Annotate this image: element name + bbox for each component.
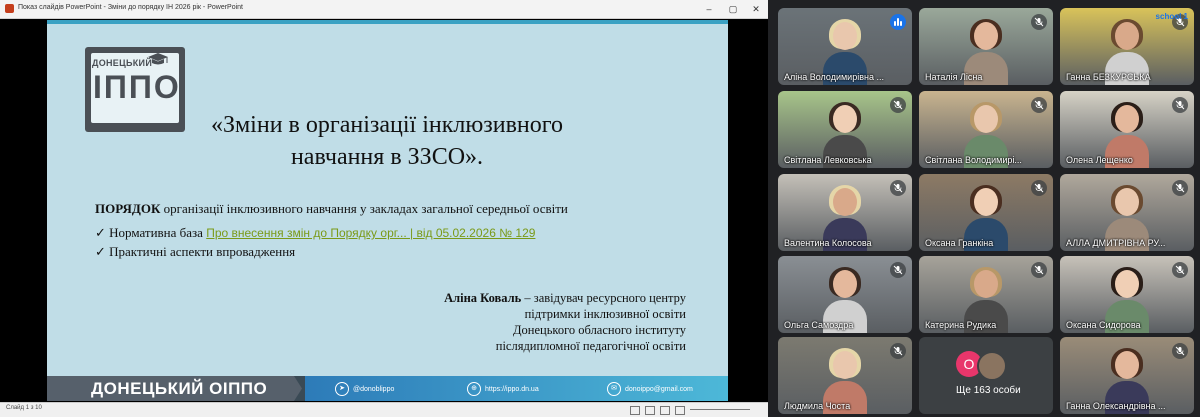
participant-tile[interactable]: Оксана Гранкіна xyxy=(919,174,1053,251)
minimize-button[interactable]: – xyxy=(698,2,720,16)
logo-big-text: ІППО xyxy=(93,69,181,105)
more-participants-tile[interactable]: О Ще 163 особи xyxy=(919,337,1053,414)
participant-tile[interactable]: Оксана Сидорова xyxy=(1060,256,1194,333)
powerpoint-window: Показ слайдів PowerPoint - Зміни до поря… xyxy=(0,0,768,417)
participant-name: АЛЛА ДМИТРІВНА РУ... xyxy=(1066,238,1166,248)
slide-counter: Слайд 1 з 10 xyxy=(6,405,42,411)
participant-tile[interactable]: Світлана Володимирі... xyxy=(919,91,1053,168)
telegram-icon: ➤ xyxy=(335,382,349,396)
window-titlebar: Показ слайдів PowerPoint - Зміни до поря… xyxy=(0,0,768,19)
footer-brand: ДОНЕЦЬКИЙ ОІППО xyxy=(47,376,302,401)
participant-name: Оксана Гранкіна xyxy=(925,238,994,248)
bullet-practical-aspects: ✓ Практичні аспекти впровадження xyxy=(95,244,296,259)
maximize-button[interactable]: ▢ xyxy=(722,2,744,16)
participant-tile[interactable]: Ольга Самоздра xyxy=(778,256,912,333)
slide-footer: ДОНЕЦЬКИЙ ОІППО ➤ @donoblippo ⊕ https://ip… xyxy=(47,376,728,401)
participant-name: Аліна Володимирівна ... xyxy=(784,72,884,82)
mic-off-icon xyxy=(890,343,906,359)
participant-tile[interactable]: Ганна БЕЗКУРСЬКА school 1 xyxy=(1060,8,1194,85)
more-participants-label: Ще 163 особи xyxy=(956,385,1021,396)
slideshow-icon[interactable] xyxy=(675,406,685,415)
mic-off-icon xyxy=(1172,262,1188,278)
participant-tile[interactable]: Олена Лещенко xyxy=(1060,91,1194,168)
participant-name: Людмила Чоста xyxy=(784,401,851,411)
email-contact: ✉ donoippo@gmail.com xyxy=(607,382,693,396)
mic-off-icon xyxy=(890,262,906,278)
participant-name: Олена Лещенко xyxy=(1066,155,1133,165)
participant-name: Світлана Володимирі... xyxy=(925,155,1022,165)
participant-tile[interactable]: Світлана Левковська xyxy=(778,91,912,168)
participant-name: Ганна Олександрівна ... xyxy=(1066,401,1166,411)
reading-view-icon[interactable] xyxy=(660,406,670,415)
telegram-contact: ➤ @donoblippo xyxy=(335,382,394,396)
participant-name: Ольга Самоздра xyxy=(784,320,854,330)
participant-tile[interactable]: АЛЛА ДМИТРІВНА РУ... xyxy=(1060,174,1194,251)
participant-name: Оксана Сидорова xyxy=(1066,320,1141,330)
mic-off-icon xyxy=(1031,180,1047,196)
avatar xyxy=(977,351,1007,381)
participant-tile[interactable]: Валентина Колосова xyxy=(778,174,912,251)
mic-off-icon xyxy=(890,97,906,113)
participant-name: Катерина Рудика xyxy=(925,320,997,330)
globe-icon: ⊕ xyxy=(467,382,481,396)
status-bar: Слайд 1 з 10 xyxy=(0,402,768,417)
participant-tile[interactable]: Ганна Олександрівна ... xyxy=(1060,337,1194,414)
powerpoint-icon xyxy=(5,4,14,13)
participant-name: Світлана Левковська xyxy=(784,155,872,165)
normal-view-icon[interactable] xyxy=(630,406,640,415)
mic-off-icon xyxy=(1172,97,1188,113)
close-button[interactable]: ✕ xyxy=(745,2,767,16)
website-contact: ⊕ https://ippo.dn.ua xyxy=(467,382,539,396)
school-badge: school 1 xyxy=(1155,12,1188,21)
mic-off-icon xyxy=(890,180,906,196)
bullet-normative-base: ✓ Нормативна база Про внесення змін до П… xyxy=(95,225,536,240)
slide-canvas: ДОНЕЦЬКИЙ ІППО «Зміни в організації інкл… xyxy=(47,20,728,401)
normative-link[interactable]: Про внесення змін до Порядку орг... | ві… xyxy=(206,226,535,240)
mail-icon: ✉ xyxy=(607,382,621,396)
participant-name: Наталія Лісна xyxy=(925,72,983,82)
participant-name: Ганна БЕЗКУРСЬКА xyxy=(1066,72,1151,82)
mic-off-icon xyxy=(1031,262,1047,278)
participant-name: Валентина Колосова xyxy=(784,238,872,248)
graduation-cap-icon xyxy=(148,53,168,65)
mic-off-icon xyxy=(1031,14,1047,30)
participant-tile[interactable]: Катерина Рудика xyxy=(919,256,1053,333)
zoom-slider[interactable] xyxy=(690,409,750,410)
participant-tile[interactable]: Наталія Лісна xyxy=(919,8,1053,85)
author-block: Аліна Коваль – завідувач ресурсного цент… xyxy=(444,291,686,353)
slide-sorter-icon[interactable] xyxy=(645,406,655,415)
mic-off-icon xyxy=(1031,97,1047,113)
mic-off-icon xyxy=(1172,180,1188,196)
slide-top-line xyxy=(47,20,728,24)
mic-off-icon xyxy=(1172,343,1188,359)
participant-tile[interactable]: Аліна Володимирівна ... xyxy=(778,8,912,85)
slide-title: «Зміни в організації інклюзивного навчан… xyxy=(210,112,564,170)
speaking-indicator-icon xyxy=(890,14,906,30)
logo-small-text: ДОНЕЦЬКИЙ xyxy=(92,58,153,68)
participant-tile[interactable]: Людмила Чоста xyxy=(778,337,912,414)
order-heading: ПОРЯДОК організації інклюзивного навчанн… xyxy=(95,201,568,216)
window-title: Показ слайдів PowerPoint - Зміни до поря… xyxy=(18,4,244,11)
